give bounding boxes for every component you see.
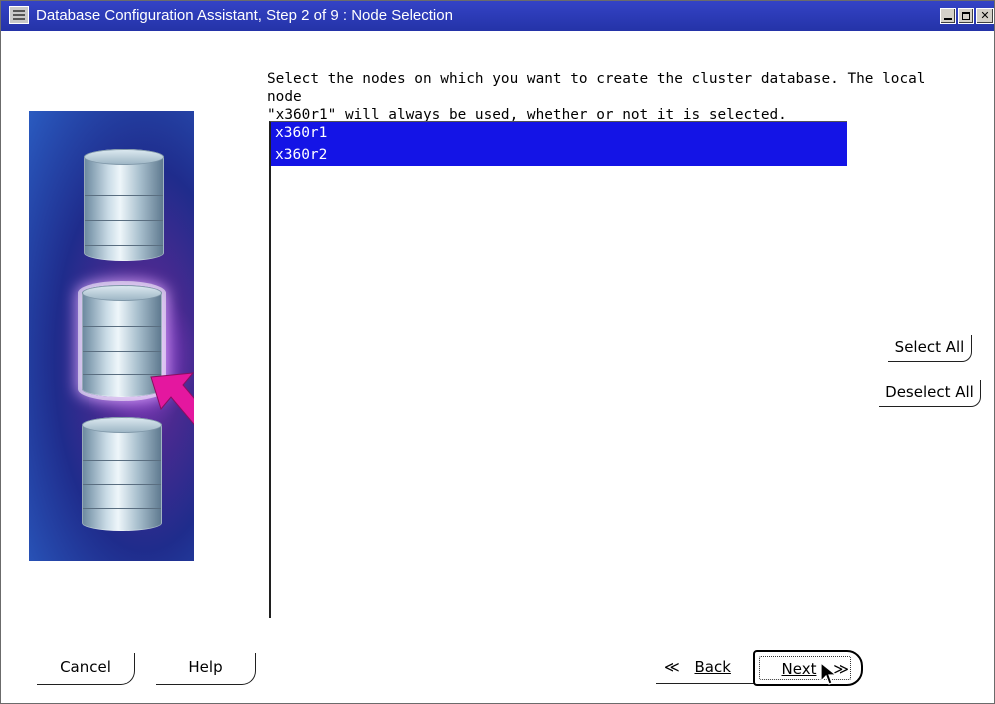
instruction-text: Select the nodes on which you want to cr… (267, 71, 926, 123)
dbca-window: Database Configuration Assistant, Step 2… (0, 0, 995, 704)
window-title: Database Configuration Assistant, Step 2… (36, 7, 453, 24)
double-chevron-left-icon: ≪ (664, 658, 680, 676)
list-item[interactable]: x360r1 (271, 122, 847, 144)
next-button[interactable]: Next ≫ (753, 650, 863, 686)
deselect-all-button[interactable]: Deselect All (879, 380, 981, 407)
minimize-icon[interactable] (940, 8, 956, 24)
help-button[interactable]: Help (156, 653, 256, 685)
back-button[interactable]: ≪ Back (656, 652, 754, 684)
database-cylinder-icon (84, 149, 164, 261)
node-list[interactable]: x360r1 x360r2 (269, 121, 847, 618)
title-bar[interactable]: Database Configuration Assistant, Step 2… (1, 1, 994, 31)
cancel-button[interactable]: Cancel (37, 653, 135, 685)
back-button-label: Back (694, 658, 731, 676)
system-menu-icon[interactable] (9, 6, 29, 24)
maximize-icon[interactable] (958, 8, 974, 24)
pointer-arrow-icon (150, 372, 194, 426)
list-item[interactable]: x360r2 (271, 144, 847, 166)
close-icon[interactable]: ✕ (976, 8, 994, 24)
select-all-button[interactable]: Select All (888, 335, 972, 362)
database-illustration (29, 111, 194, 561)
next-button-label: Next (781, 660, 817, 678)
